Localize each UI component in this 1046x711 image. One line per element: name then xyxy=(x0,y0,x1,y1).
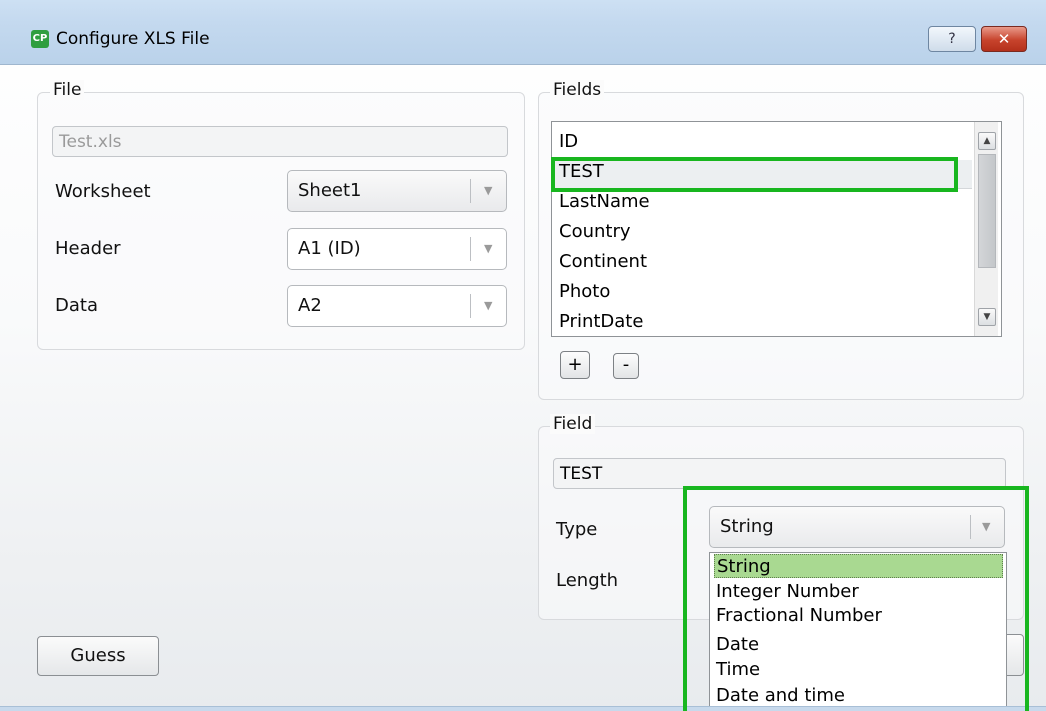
fields-list[interactable]: ID TEST LastName Country Continent Photo… xyxy=(551,121,1002,337)
guess-button[interactable]: Guess xyxy=(37,636,159,676)
type-value: String xyxy=(720,516,774,537)
close-button[interactable]: ✕ xyxy=(981,26,1027,52)
file-group-title: File xyxy=(50,80,85,100)
type-label: Type xyxy=(556,519,598,540)
data-label: Data xyxy=(55,295,98,316)
type-option-fractional-number[interactable]: Fractional Number xyxy=(714,604,1003,628)
app-logo-icon: CP xyxy=(31,30,49,48)
header-select[interactable]: A1 (ID) ▼ xyxy=(287,228,507,270)
list-item-lastname[interactable]: LastName xyxy=(559,191,650,212)
add-field-button[interactable]: + xyxy=(560,351,590,379)
list-item-id[interactable]: ID xyxy=(559,131,578,152)
list-item-printdate[interactable]: PrintDate xyxy=(559,311,643,332)
length-label: Length xyxy=(556,570,619,591)
type-option-date[interactable]: Date xyxy=(714,633,1003,657)
type-option-time[interactable]: Time xyxy=(714,658,1003,682)
help-button[interactable]: ? xyxy=(928,26,976,52)
combo-separator xyxy=(470,237,471,261)
scroll-up-icon[interactable]: ▲ xyxy=(978,132,996,150)
type-dropdown-list[interactable]: String Integer Number Fractional Number … xyxy=(709,552,1007,711)
combo-separator xyxy=(470,294,471,318)
list-item-continent[interactable]: Continent xyxy=(559,251,647,272)
worksheet-value: Sheet1 xyxy=(298,180,362,201)
combo-separator xyxy=(470,179,471,203)
field-group-title: Field xyxy=(550,414,596,434)
list-item-test[interactable]: TEST xyxy=(559,161,604,182)
type-select[interactable]: String ▼ xyxy=(709,506,1005,548)
scrollbar-thumb[interactable] xyxy=(978,154,996,268)
list-item-photo[interactable]: Photo xyxy=(559,281,610,302)
data-select[interactable]: A2 ▼ xyxy=(287,285,507,327)
type-option-string[interactable]: String xyxy=(714,554,1003,578)
field-name-input[interactable]: TEST xyxy=(553,458,1006,489)
scroll-down-icon[interactable]: ▼ xyxy=(978,308,996,326)
window-title: Configure XLS File xyxy=(56,29,210,49)
chevron-down-icon: ▼ xyxy=(484,242,493,255)
data-value: A2 xyxy=(298,295,322,316)
worksheet-label: Worksheet xyxy=(55,181,151,202)
chevron-down-icon: ▼ xyxy=(484,184,493,197)
header-label: Header xyxy=(55,238,121,259)
window-bottom-border xyxy=(0,706,1046,711)
title-bar: CP Configure XLS File ? ✕ xyxy=(0,0,1046,65)
chevron-down-icon: ▼ xyxy=(982,520,991,533)
chevron-down-icon: ▼ xyxy=(484,299,493,312)
fields-scrollbar[interactable]: ▲ ▼ xyxy=(974,122,998,336)
worksheet-select[interactable]: Sheet1 ▼ xyxy=(287,170,507,212)
header-value: A1 (ID) xyxy=(298,238,361,259)
combo-separator xyxy=(970,515,971,539)
filename-field: Test.xls xyxy=(52,126,508,157)
list-item-country[interactable]: Country xyxy=(559,221,631,242)
type-option-date-and-time[interactable]: Date and time xyxy=(714,684,1003,708)
configure-xls-dialog: CP Configure XLS File ? ✕ File Test.xls … xyxy=(0,0,1046,711)
fields-group-title: Fields xyxy=(550,80,605,100)
selected-row-background xyxy=(554,160,972,189)
type-option-integer-number[interactable]: Integer Number xyxy=(714,580,1003,604)
remove-field-button[interactable]: - xyxy=(613,353,639,379)
